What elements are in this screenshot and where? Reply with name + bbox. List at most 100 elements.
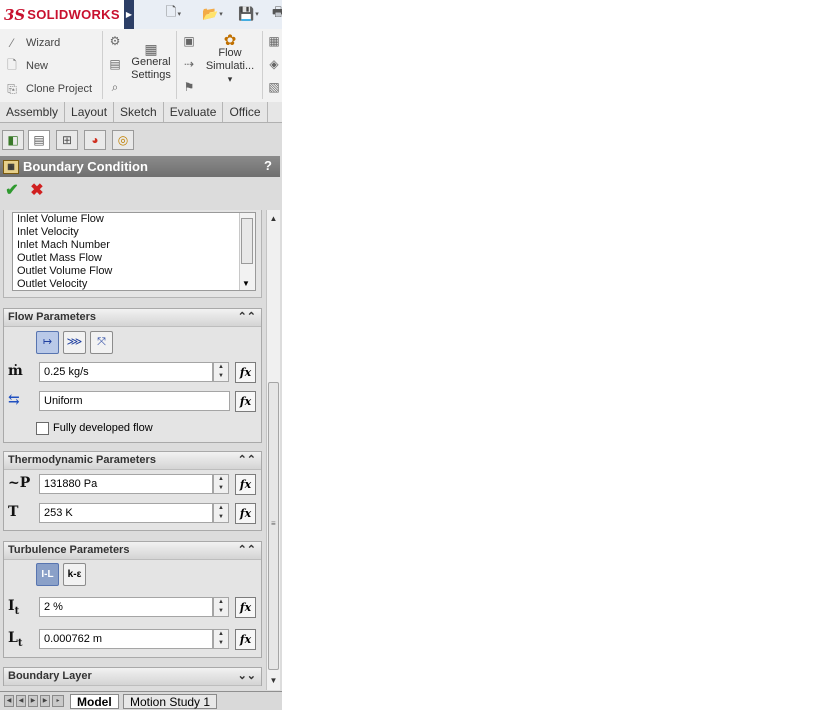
group-title-text: Flow Parameters — [8, 311, 97, 323]
list-item[interactable]: Inlet Mach Number — [13, 239, 255, 252]
tab-model[interactable]: Model — [70, 694, 119, 709]
tab-assembly[interactable]: Assembly — [0, 102, 66, 122]
list-item[interactable]: Outlet Velocity — [13, 278, 255, 290]
feature-manager-icon[interactable]: ◧ — [2, 130, 24, 150]
menu-expand-icon[interactable]: ▶ — [124, 0, 134, 29]
group-title-text: Thermodynamic Parameters — [8, 454, 156, 466]
cancel-button[interactable]: ✖ — [28, 182, 46, 200]
3d-vector-icon[interactable]: ⤧ — [90, 331, 113, 354]
property-manager-body: Inlet Volume Flow Inlet Velocity Inlet M… — [0, 210, 266, 690]
display-manager-icon[interactable]: ◕ — [84, 130, 106, 150]
separator — [176, 31, 177, 99]
property-manager-icon[interactable]: ▤ — [28, 130, 50, 150]
mass-flow-fx-button[interactable]: fx — [235, 362, 256, 383]
next-tab-icon[interactable]: ▶ — [28, 695, 38, 707]
pressure-fx-button[interactable]: fx — [235, 474, 256, 495]
property-manager-scrollbar[interactable]: ▲ ≡ ▼ — [266, 210, 280, 690]
page-title: Boundary Condition — [23, 159, 148, 174]
type-group: Inlet Volume Flow Inlet Velocity Inlet M… — [3, 210, 262, 298]
tab-motion-study-1[interactable]: Motion Study 1 — [123, 694, 218, 709]
tool-icon-6[interactable]: ▦ — [266, 34, 282, 50]
length-input[interactable]: 0.000762 m — [39, 629, 213, 649]
mass-flow-input[interactable]: 0.25 kg/s — [39, 362, 213, 382]
ds-logo-icon: 3S — [4, 5, 26, 24]
temperature-spinner[interactable]: ▲ ▼ — [213, 503, 229, 523]
scroll-down-icon[interactable]: ▼ — [242, 279, 250, 288]
scroll-down-icon[interactable]: ▼ — [267, 674, 280, 688]
temperature-fx-button[interactable]: fx — [235, 503, 256, 524]
flow-parameters-title[interactable]: Flow Parameters ⌃⌃ — [4, 309, 261, 327]
tab-evaluate[interactable]: Evaluate — [164, 102, 224, 122]
scroll-up-icon[interactable]: ▲ — [267, 212, 280, 226]
tab-list-icon[interactable]: ▸ — [52, 695, 64, 707]
normal-to-face-icon[interactable]: ↦ — [36, 331, 59, 354]
length-spinner[interactable]: ▲ ▼ — [213, 629, 229, 649]
collapse-icon[interactable]: ⌃⌃ — [238, 309, 256, 326]
intensity-input[interactable]: 2 % — [39, 597, 213, 617]
wizard-button[interactable]: ⁄ Wizard — [4, 34, 60, 52]
collapse-icon[interactable]: ⌃⌃ — [238, 452, 256, 469]
k-epsilon-button[interactable]: k-ε — [63, 563, 86, 586]
list-scroll-thumb[interactable] — [241, 218, 253, 264]
pressure-spinner[interactable]: ▲ ▼ — [213, 474, 229, 494]
scroll-thumb[interactable]: ≡ — [268, 382, 279, 670]
swirl-icon[interactable]: ⋙ — [63, 331, 86, 354]
help-icon[interactable]: ? — [264, 158, 272, 173]
flow-analysis-tree-icon[interactable]: ◎ — [112, 130, 134, 150]
mass-flow-spinner[interactable]: ▲ ▼ — [213, 362, 229, 382]
thermodynamic-parameters-title[interactable]: Thermodynamic Parameters ⌃⌃ — [4, 452, 261, 470]
fully-developed-checkbox[interactable]: Fully developed flow — [36, 420, 266, 436]
profile-fx-button[interactable]: fx — [235, 391, 256, 412]
list-item[interactable]: Inlet Velocity — [13, 226, 255, 239]
checkered-flag-icon[interactable]: ⚑ — [181, 80, 197, 96]
checkbox-box[interactable] — [36, 421, 49, 435]
tool-icon-3[interactable]: ⌕ — [107, 80, 123, 96]
list-item[interactable]: Outlet Mass Flow — [13, 252, 255, 265]
settings-icon: ▦ — [144, 41, 158, 57]
temperature-input[interactable]: 253 K — [39, 503, 213, 523]
print-icon[interactable]: 🖶 — [272, 4, 282, 22]
intensity-length-button[interactable]: I-L — [36, 563, 59, 586]
turbulence-parameters-title[interactable]: Turbulence Parameters ⌃⌃ — [4, 542, 261, 560]
tab-sketch[interactable]: Sketch — [114, 102, 164, 122]
command-tabs: Assembly Layout Sketch Evaluate Office — [0, 102, 282, 123]
configuration-manager-icon[interactable]: ⊞ — [56, 130, 78, 150]
intensity-fx-button[interactable]: fx — [235, 597, 256, 618]
last-tab-icon[interactable]: ▶ — [40, 695, 50, 707]
first-tab-icon[interactable]: ◀ — [4, 695, 14, 707]
tool-icon-2[interactable]: ▤ — [107, 57, 123, 73]
manager-tabs: ◧ ▤ ⊞ ◕ ◎ — [0, 128, 282, 153]
solidworks-logo[interactable]: 3S SOLIDWORKS — [0, 0, 124, 29]
expand-icon[interactable]: ⌄⌄ — [238, 668, 256, 685]
open-folder-icon[interactable]: 📂 ▾ — [202, 6, 224, 22]
length-fx-button[interactable]: fx — [235, 629, 256, 650]
tool-icon-4[interactable]: ▣ — [181, 34, 197, 50]
pressure-input[interactable]: 131880 Pa — [39, 474, 213, 494]
list-item[interactable]: Outlet Volume Flow — [13, 265, 255, 278]
flow-simulation-button[interactable]: ✿ Flow Simulati... ▾ — [202, 33, 258, 86]
flow-parameters-group: Flow Parameters ⌃⌃ ↦ ⋙ ⤧ ṁ 0.25 kg/s ▲ ▼ … — [3, 308, 262, 443]
tool-icon-7[interactable]: ◈ — [266, 57, 282, 73]
profile-select[interactable]: Uniform — [39, 391, 230, 411]
tool-icon-8[interactable]: ▧ — [266, 80, 282, 96]
intensity-spinner[interactable]: ▲ ▼ — [213, 597, 229, 617]
tool-icon-5[interactable]: ⇢ — [181, 57, 197, 73]
tab-office[interactable]: Office — [223, 102, 268, 122]
length-row: Lt 0.000762 m ▲ ▼ fx — [4, 628, 261, 652]
prev-tab-icon[interactable]: ◀ — [16, 695, 26, 707]
list-item[interactable]: Inlet Volume Flow — [13, 213, 255, 226]
list-scrollbar[interactable]: ▼ — [239, 213, 255, 290]
save-icon[interactable]: 💾 ▾ — [238, 6, 260, 22]
boundary-type-list[interactable]: Inlet Volume Flow Inlet Velocity Inlet M… — [12, 212, 256, 291]
tool-icon-1[interactable]: ⚙ — [107, 34, 123, 50]
ok-button[interactable]: ✔ — [3, 182, 21, 200]
clone-project-label: Clone Project — [26, 83, 93, 95]
general-settings-label: General Settings — [131, 56, 171, 81]
boundary-layer-title[interactable]: Boundary Layer ⌄⌄ — [4, 668, 261, 686]
general-settings-button[interactable]: ▦ General Settings — [128, 41, 174, 82]
collapse-icon[interactable]: ⌃⌃ — [238, 542, 256, 559]
new-document-icon[interactable]: 🗋 ▾ — [166, 4, 188, 22]
tab-layout[interactable]: Layout — [65, 102, 115, 122]
new-project-button[interactable]: 🗋 New — [4, 57, 48, 75]
clone-project-button[interactable]: ⎘ Clone Project — [4, 80, 92, 98]
